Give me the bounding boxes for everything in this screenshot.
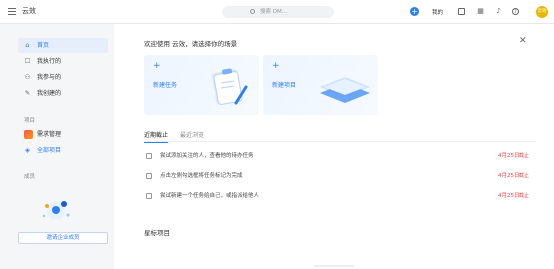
bell-icon[interactable]: ♪ [494, 7, 503, 16]
edit-icon: ✎ [24, 89, 31, 97]
task-due-tag: 截止 [519, 193, 530, 199]
sidebar-item-created[interactable]: ✎ 我创建的 [18, 86, 108, 101]
sidebar-item-requirements[interactable]: 需求管理 [18, 127, 108, 142]
avatar[interactable]: 云效 [536, 6, 548, 18]
card-label: 新建项目 [272, 82, 297, 89]
task-checkbox[interactable] [146, 153, 152, 159]
users-icon: ⚇ [24, 73, 31, 81]
menu-icon[interactable] [8, 8, 16, 15]
sidebar-item-label: 我创建的 [37, 90, 62, 97]
tab-divider [144, 141, 536, 142]
sidebar-item-label: 全部项目 [37, 147, 62, 154]
task-title: 点击左侧勾选框将任务标记为完成 [160, 173, 243, 179]
task-due-tag: 截止 [519, 153, 530, 159]
task-due-date: 4月25日 [498, 193, 520, 199]
task-row[interactable]: 尝试新建一个任务给自己，或指派给他人 4月25日 截止 [146, 190, 536, 202]
starred-projects-title: 星标项目 [144, 229, 170, 237]
main-panel: 欢迎使用 云效，请选择你的场景 ✕ + 新建任务 + 新建项目 近期截止 最近浏… [114, 24, 554, 269]
task-row[interactable]: 尝试添加关注的人，查看他的待办任务 4月25日 截止 [146, 150, 536, 162]
search-icon [250, 9, 255, 14]
sidebar-item-label: 需求管理 [37, 131, 62, 138]
app-title: 云效 [22, 7, 36, 15]
add-button[interactable]: + [410, 7, 419, 16]
layers-icon: ◈ [25, 146, 30, 154]
sidebar-item-label: 我参与的 [37, 74, 62, 81]
sidebar-item-assigned[interactable]: ☐ 我执行的 [18, 54, 108, 69]
members-section-title: 成员 [24, 174, 36, 180]
plus-icon: + [272, 61, 280, 71]
task-title: 尝试添加关注的人，查看他的待办任务 [160, 153, 254, 159]
sidebar: ⌂ 首页 ☐ 我执行的 ⚇ 我参与的 ✎ 我创建的 项目 需求管理 ◈ 全部项目… [0, 24, 114, 269]
plus-icon: + [153, 61, 161, 71]
sidebar-item-participating[interactable]: ⚇ 我参与的 [18, 70, 108, 85]
task-title: 尝试新建一个任务给自己，或指派给他人 [160, 193, 260, 199]
task-checkbox[interactable] [146, 193, 152, 199]
tab-upcoming[interactable]: 近期截止 [144, 130, 169, 143]
task-checkbox[interactable] [146, 173, 152, 179]
task-row[interactable]: 点击左侧勾选框将任务标记为完成 4月25日 截止 [146, 170, 536, 182]
task-due-tag: 截止 [519, 173, 530, 179]
clipboard-illustration [211, 68, 248, 105]
task-due-date: 4月25日 [498, 173, 520, 179]
new-project-card[interactable]: + 新建项目 [263, 55, 378, 115]
project-avatar [24, 130, 33, 139]
card-label: 新建任务 [153, 82, 178, 89]
projects-section-title: 项目 [24, 118, 36, 124]
tab-recent[interactable]: 最近浏览 [180, 130, 204, 139]
sidebar-item-label: 我执行的 [37, 58, 62, 65]
sidebar-item-all-projects[interactable]: ◈ 全部项目 [18, 143, 108, 158]
search-input[interactable]: 搜索 DM... [222, 6, 334, 18]
layers-illustration [320, 77, 370, 103]
members-illustration [42, 201, 70, 220]
welcome-title: 欢迎使用 云效，请选择你的场景 [144, 40, 238, 48]
new-task-card[interactable]: + 新建任务 [144, 55, 259, 115]
close-icon[interactable]: ✕ [519, 36, 527, 46]
invite-members-button[interactable]: 邀请企业成员 [18, 232, 108, 244]
help-icon[interactable]: ? [512, 8, 519, 15]
top-bar: 云效 搜索 DM... + 我的 ▦ ♪ ? 云效 [0, 0, 554, 24]
calendar-icon[interactable] [458, 8, 465, 15]
task-due-date: 4月25日 [498, 153, 520, 159]
grid-icon[interactable]: ▦ [476, 7, 485, 16]
user-check-icon: ☐ [24, 57, 31, 65]
sidebar-item-home[interactable]: ⌂ 首页 [18, 38, 108, 53]
home-icon: ⌂ [25, 41, 30, 49]
mine-menu[interactable]: 我的 [432, 8, 443, 16]
sidebar-item-label: 首页 [37, 42, 50, 49]
scroll-indicator [314, 265, 354, 267]
search-placeholder: 搜索 DM... [260, 9, 287, 15]
